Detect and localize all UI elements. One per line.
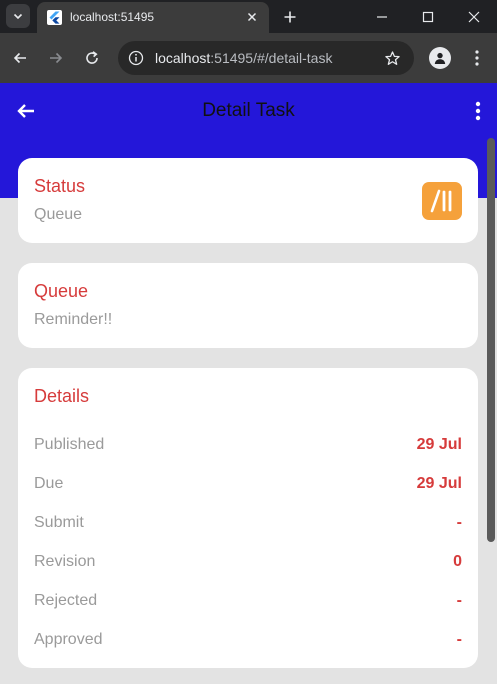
close-icon bbox=[468, 11, 480, 22]
detail-label: Published bbox=[34, 436, 105, 453]
window-close-button[interactable] bbox=[451, 0, 497, 33]
status-heading: Status bbox=[34, 176, 86, 196]
detail-value: 29 Jul bbox=[416, 475, 462, 492]
forward-button[interactable] bbox=[44, 46, 68, 70]
reload-icon bbox=[86, 51, 98, 64]
arrow-left-icon bbox=[13, 52, 26, 64]
bookmark-button[interactable] bbox=[382, 48, 402, 68]
scrollbar-thumb[interactable] bbox=[487, 138, 495, 542]
detail-value: - bbox=[456, 514, 462, 531]
kebab-menu-icon bbox=[475, 101, 481, 121]
window-maximize-button[interactable] bbox=[405, 0, 451, 33]
back-button[interactable] bbox=[8, 46, 32, 70]
kebab-menu-icon bbox=[475, 50, 479, 66]
url-path: :51495/#/detail-task bbox=[210, 50, 333, 66]
app-menu-button[interactable] bbox=[466, 99, 490, 123]
detail-row-rejected: Rejected - bbox=[34, 592, 462, 614]
reload-button[interactable] bbox=[80, 46, 104, 70]
detail-label: Submit bbox=[34, 514, 84, 531]
tab-search-button[interactable] bbox=[6, 4, 30, 28]
tab-title: localhost:51495 bbox=[70, 10, 155, 24]
detail-value: - bbox=[456, 631, 462, 648]
flutter-favicon-icon bbox=[47, 10, 62, 25]
detail-row-revision: Revision 0 bbox=[34, 553, 462, 575]
url-text: localhost:51495/#/detail-task bbox=[155, 50, 332, 66]
status-pause-icon bbox=[422, 182, 462, 220]
detail-row-due: Due 29 Jul bbox=[34, 475, 462, 497]
app-viewport: Detail Task Status Queue Queue Reminder!… bbox=[0, 83, 497, 684]
detail-label: Rejected bbox=[34, 592, 98, 609]
browser-menu-button[interactable] bbox=[465, 46, 489, 70]
browser-tab[interactable]: localhost:51495 bbox=[37, 2, 269, 33]
site-info-icon[interactable] bbox=[126, 48, 146, 68]
browser-toolbar: localhost:51495/#/detail-task bbox=[0, 33, 497, 83]
plus-icon bbox=[284, 11, 296, 23]
browser-tab-bar: localhost:51495 bbox=[0, 0, 497, 33]
detail-label: Approved bbox=[34, 631, 103, 648]
close-icon bbox=[247, 12, 257, 22]
profile-button[interactable] bbox=[429, 47, 451, 69]
queue-heading: Queue bbox=[34, 281, 89, 301]
minimize-icon bbox=[377, 15, 387, 18]
details-card: Details Published 29 Jul Due 29 Jul Subm… bbox=[18, 368, 478, 668]
detail-label: Due bbox=[34, 475, 64, 492]
url-host: localhost bbox=[155, 50, 211, 66]
queue-value: Reminder!! bbox=[34, 311, 113, 328]
tab-close-button[interactable] bbox=[243, 8, 261, 26]
status-value: Queue bbox=[34, 206, 83, 223]
status-card: Status Queue bbox=[18, 158, 478, 243]
detail-row-submit: Submit - bbox=[34, 514, 462, 536]
detail-value: 29 Jul bbox=[416, 436, 462, 453]
detail-label: Revision bbox=[34, 553, 96, 570]
star-icon bbox=[384, 50, 400, 65]
new-tab-button[interactable] bbox=[278, 5, 302, 29]
details-heading: Details bbox=[34, 386, 90, 406]
page-title: Detail Task bbox=[202, 100, 295, 121]
detail-value: - bbox=[456, 592, 462, 609]
queue-card: Queue Reminder!! bbox=[18, 263, 478, 348]
detail-row-approved: Approved - bbox=[34, 631, 462, 653]
address-bar[interactable]: localhost:51495/#/detail-task bbox=[118, 41, 414, 75]
detail-value: 0 bbox=[453, 553, 462, 570]
chevron-down-icon bbox=[13, 13, 23, 20]
arrow-right-icon bbox=[50, 52, 63, 64]
maximize-icon bbox=[422, 11, 434, 22]
detail-row-published: Published 29 Jul bbox=[34, 436, 462, 458]
window-minimize-button[interactable] bbox=[359, 0, 405, 33]
person-icon bbox=[434, 52, 446, 64]
